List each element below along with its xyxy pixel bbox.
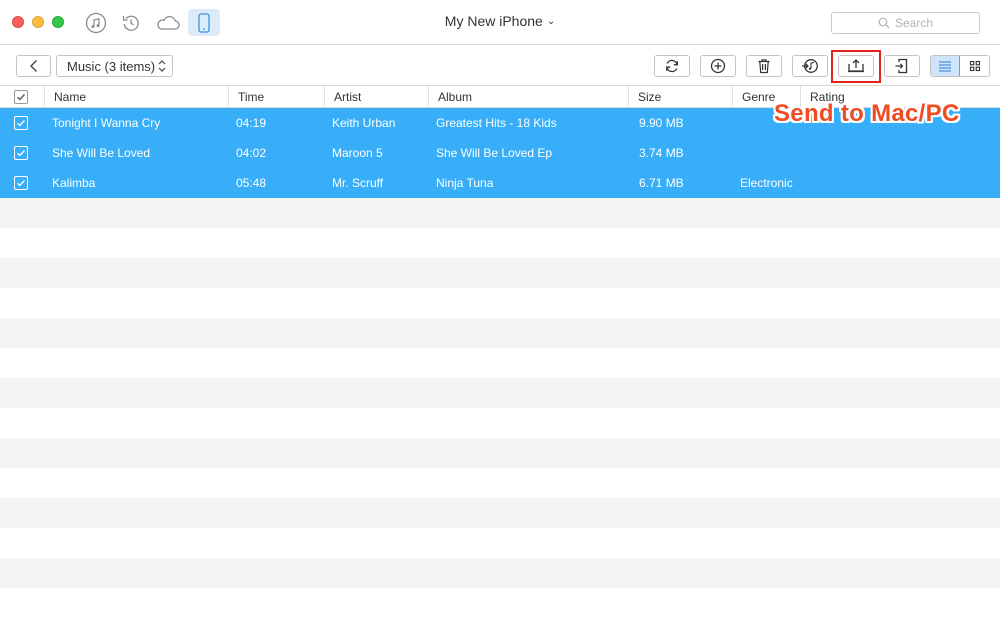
cell-time: 04:02 (236, 146, 267, 160)
refresh-button[interactable] (654, 55, 690, 77)
empty-row (0, 468, 1000, 498)
row-checkbox[interactable] (14, 116, 28, 130)
cell-size: 9.90 MB (639, 116, 684, 130)
cell-size: 3.74 MB (639, 146, 684, 160)
table-row[interactable]: Kalimba 05:48 Mr. Scruff Ninja Tuna 6.71… (0, 168, 1000, 198)
back-button[interactable] (16, 55, 51, 77)
device-title-label: My New iPhone (444, 13, 543, 29)
iphone-icon (198, 12, 210, 33)
send-to-itunes-button[interactable] (792, 55, 828, 77)
send-to-mac-annotation: Send to Mac/PC (774, 100, 960, 127)
cell-size: 6.71 MB (639, 176, 684, 190)
cell-genre: Electronic (740, 176, 793, 190)
music-mode-button[interactable] (80, 9, 112, 36)
add-icon (710, 58, 726, 74)
cell-artist: Mr. Scruff (332, 176, 384, 190)
send-to-itunes-icon (802, 59, 818, 73)
search-field[interactable]: Search (831, 12, 980, 34)
grid-view-icon (969, 60, 980, 72)
trash-icon (758, 59, 770, 74)
grid-view-button[interactable] (960, 56, 989, 76)
cell-artist: Maroon 5 (332, 146, 383, 160)
device-mode-button[interactable] (188, 9, 220, 36)
cell-album: Greatest Hits - 18 Kids (436, 116, 557, 130)
category-label: Music (3 items) (67, 58, 156, 74)
list-view-icon (939, 61, 951, 72)
add-button[interactable] (700, 55, 736, 77)
window-close-button[interactable] (12, 16, 24, 28)
cell-artist: Keith Urban (332, 116, 396, 130)
send-to-device-button[interactable] (884, 55, 920, 77)
restore-mode-button[interactable] (115, 9, 147, 36)
search-placeholder: Search (894, 16, 934, 30)
column-header-name[interactable]: Name (44, 86, 229, 108)
empty-row (0, 588, 1000, 618)
empty-row (0, 438, 1000, 468)
checkmark-icon (17, 180, 25, 187)
cloud-icon (157, 15, 180, 30)
cell-name: Kalimba (52, 176, 96, 190)
music-table: Name Time Artist Album Size Genre Rating… (0, 86, 1000, 620)
refresh-icon (666, 59, 678, 73)
select-all-checkbox[interactable] (14, 90, 28, 104)
window-maximize-button[interactable] (52, 16, 64, 28)
restore-icon (122, 15, 139, 31)
search-icon (878, 17, 890, 29)
column-header-time[interactable]: Time (228, 86, 325, 108)
window-minimize-button[interactable] (32, 16, 44, 28)
chevron-left-icon (29, 60, 37, 72)
view-toggle (930, 55, 990, 77)
send-to-device-icon (895, 58, 908, 74)
table-row[interactable]: She Will Be Loved 04:02 Maroon 5 She Wil… (0, 138, 1000, 168)
row-checkbox[interactable] (14, 176, 28, 190)
list-view-button[interactable] (931, 56, 961, 76)
empty-row (0, 348, 1000, 378)
row-checkbox[interactable] (14, 146, 28, 160)
empty-row (0, 258, 1000, 288)
music-note-icon (85, 12, 107, 33)
icloud-mode-button[interactable] (152, 9, 184, 36)
column-header-artist[interactable]: Artist (324, 86, 429, 108)
send-to-computer-highlight (831, 50, 881, 83)
empty-row (0, 378, 1000, 408)
updown-chevron-icon (158, 60, 166, 72)
cell-time: 05:48 (236, 176, 267, 190)
empty-row (0, 408, 1000, 438)
cell-name: Tonight I Wanna Cry (52, 116, 161, 130)
empty-row (0, 198, 1000, 228)
delete-button[interactable] (746, 55, 782, 77)
cell-time: 04:19 (236, 116, 267, 130)
cell-album: Ninja Tuna (436, 176, 494, 190)
column-header-size[interactable]: Size (628, 86, 733, 108)
chevron-down-icon: ⌄ (546, 16, 556, 27)
checkmark-icon (17, 94, 25, 101)
cell-album: She Will Be Loved Ep (436, 146, 553, 160)
title-bar: My New iPhone ⌄ Search (0, 0, 1000, 45)
checkmark-icon (17, 120, 25, 127)
empty-row (0, 288, 1000, 318)
column-header-album[interactable]: Album (428, 86, 629, 108)
device-selector[interactable]: My New iPhone ⌄ (445, 13, 555, 29)
empty-row (0, 558, 1000, 588)
empty-row (0, 498, 1000, 528)
empty-row (0, 528, 1000, 558)
cell-name: She Will Be Loved (52, 146, 151, 160)
empty-row (0, 318, 1000, 348)
category-select[interactable]: Music (3 items) (56, 55, 173, 77)
checkmark-icon (17, 150, 25, 157)
empty-row (0, 228, 1000, 258)
